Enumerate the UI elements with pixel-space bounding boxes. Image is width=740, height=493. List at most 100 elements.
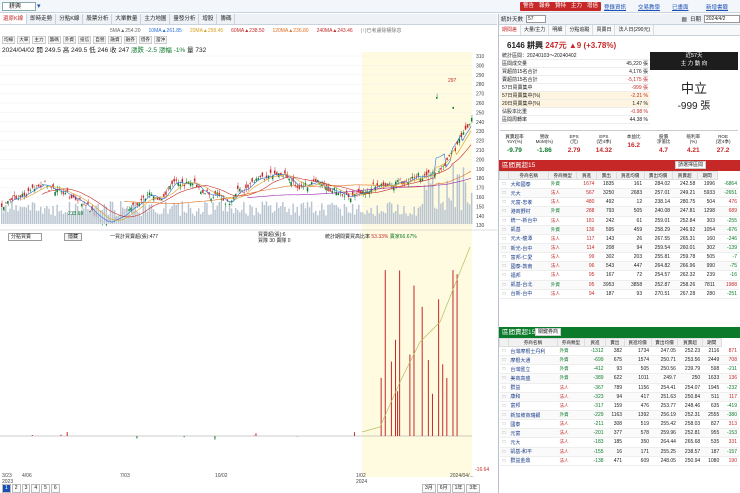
broker-row[interactable]: □ 國泰-敦南 法人 96 543 447 264.82 266.96 990 -75 <box>499 261 739 272</box>
broker-row[interactable]: □ 新加坡商瑞銀 外資 -229 1163 1392 256.19 252.31 2555 -38… <box>499 410 739 421</box>
top-button-2[interactable]: 贊特 <box>552 2 570 11</box>
days-select[interactable]: 57 <box>526 15 547 23</box>
period-2[interactable]: 1年 <box>451 484 466 493</box>
chart-tab-1[interactable]: 即時走勢 <box>27 14 57 24</box>
page-3[interactable]: 3 <box>21 484 31 493</box>
period-3[interactable]: 3年 <box>466 484 481 493</box>
broker-row[interactable]: □ 凱基-和平 法人 -155 16 171 255.25 238.57 187 -157 <box>499 447 739 457</box>
row-checkbox[interactable]: □ <box>499 410 509 421</box>
stock-search-input[interactable]: 耕興 <box>2 2 36 11</box>
broker-row[interactable]: □ 凱基-台北 外資 95 3953 3858 252.87 258.26 7811 1988 <box>499 280 739 290</box>
broker-row[interactable]: □ 元富 法人 -201 377 578 259.96 252.81 955 -153 <box>499 428 739 439</box>
row-checkbox[interactable]: □ <box>499 197 509 208</box>
broker-row[interactable]: □ 富邦 法人 -317 159 476 253.77 248.46 635 -419 <box>499 401 739 411</box>
right-tab-3[interactable]: 分點追蹤 <box>566 25 594 35</box>
toolbar-item-7[interactable]: 融資 <box>108 36 122 44</box>
row-checkbox[interactable]: □ <box>499 456 509 466</box>
row-checkbox[interactable]: □ <box>499 419 509 430</box>
sub-select[interactable]: 分點買賣 <box>8 233 42 241</box>
price-chart[interactable]: 310 300 290 280 270 260 250 240 230 220 210 200 190 1… <box>0 52 497 484</box>
broker-row[interactable]: □ 元大-龍潭 法人 117 143 26 267.55 265.31 160 -246 <box>499 234 739 244</box>
broker-row[interactable]: □ 新光-台中 法人 114 208 94 259.54 260.01 302 -139 <box>499 243 739 254</box>
broker-row[interactable]: □ 台灣摩根士丹利 外資 -1312 382 1734 247.05 252.23 2116 87… <box>499 346 739 357</box>
toolbar-item-6[interactable]: 自營 <box>93 36 107 44</box>
row-checkbox[interactable]: □ <box>499 383 509 393</box>
top-button-0[interactable]: 警告 <box>520 2 538 11</box>
row-checkbox[interactable]: □ <box>499 243 509 254</box>
top-link-3[interactable]: 新增書籤 <box>706 3 728 11</box>
top-link-0[interactable]: 登錄資訊 <box>604 3 626 11</box>
top-link-1[interactable]: 交易教學 <box>638 3 660 11</box>
hide-button[interactable]: 隱藏 <box>64 233 82 241</box>
broker-row[interactable]: □ 元大 法人 -183 185 350 264.44 265.68 535 331 <box>499 437 739 448</box>
row-checkbox[interactable]: □ <box>499 447 509 457</box>
chart-tab-0[interactable]: 還原K線 <box>0 14 28 24</box>
page-1[interactable]: 1 <box>2 484 11 493</box>
right-tab-2[interactable]: 明細 <box>549 25 567 35</box>
row-checkbox[interactable]: □ <box>499 355 509 366</box>
broker-row[interactable]: □ 凱基 外資 136 595 459 258.29 246.92 1054 -676 <box>499 225 739 235</box>
date-input[interactable]: 2024/4/2 <box>704 15 740 23</box>
broker-row[interactable]: □ 美商高盛 外資 -389 622 1011 249.7 250 1633 136 <box>499 373 739 384</box>
page-2[interactable]: 2 <box>11 484 21 493</box>
broker-row[interactable]: □ 福邦 法人 95 167 72 254.57 262.32 239 -16 <box>499 270 739 281</box>
right-tab-0[interactable]: 期間差 <box>499 25 522 35</box>
row-checkbox[interactable]: □ <box>499 179 509 190</box>
row-checkbox[interactable]: □ <box>499 364 509 375</box>
top-button-1[interactable]: 報券 <box>536 2 554 11</box>
broker-row[interactable]: □ 康和 法人 -323 94 417 251.63 250.84 511 117 <box>499 392 739 402</box>
chart-tab-2[interactable]: 分點K線 <box>56 14 84 24</box>
right-tab-4[interactable]: 買賣日 <box>593 25 616 35</box>
top-button-4[interactable]: 增倍 <box>584 2 602 11</box>
row-checkbox[interactable]: □ <box>499 188 509 199</box>
broker-row[interactable]: □ 群益 法人 -367 789 1156 254.41 254.07 1945 -232 <box>499 383 739 393</box>
toolbar-item-4[interactable]: 外資 <box>62 36 77 44</box>
row-checkbox[interactable]: □ <box>499 216 509 226</box>
search-icon[interactable]: ▾ <box>37 2 41 10</box>
row-checkbox[interactable]: □ <box>499 437 509 448</box>
chart-tab-3[interactable]: 股票分析 <box>83 14 113 24</box>
chart-tab-4[interactable]: 大單數量 <box>112 14 142 24</box>
broker-row[interactable]: □ 台新-台中 法人 94 187 93 270.51 267.28 280 -251 <box>499 289 739 299</box>
row-checkbox[interactable]: □ <box>499 225 509 235</box>
right-tab-1[interactable]: 大量/主力 <box>521 25 550 35</box>
broker-row[interactable]: □ 台灣匯立 外資 -412 93 505 250.56 239.79 598 -211 <box>499 364 739 375</box>
sell-broker-select[interactable]: 關鍵券商 <box>535 328 562 336</box>
chart-tab-8[interactable]: 籌碼 <box>217 14 236 24</box>
broker-row[interactable]: □ 國泰 法人 -211 308 519 255.42 258.03 827 313 <box>499 419 739 430</box>
toolbar-item-8[interactable]: 融券 <box>123 36 137 44</box>
top-button-3[interactable]: 主力 <box>568 2 586 11</box>
toolbar-item-2[interactable]: 主力 <box>32 36 46 44</box>
row-checkbox[interactable]: □ <box>499 261 509 272</box>
toolbar-item-5[interactable]: 投信 <box>78 36 92 44</box>
toolbar-item-3[interactable]: 籌碼 <box>47 36 61 44</box>
right-tab-5[interactable]: 法人日(290元) <box>615 25 655 35</box>
row-checkbox[interactable]: □ <box>499 373 509 384</box>
toolbar-item-1[interactable]: 大單 <box>17 36 31 44</box>
period-0[interactable]: 3月 <box>422 484 436 493</box>
broker-row[interactable]: □ 港商野村 外資 288 793 505 240.08 247.81 1298 689 <box>499 206 739 217</box>
row-checkbox[interactable]: □ <box>499 392 509 402</box>
chart-tab-7[interactable]: 增股 <box>199 14 218 24</box>
broker-row[interactable]: □ 摩根大通 外資 -699 675 1574 250.71 253.56 2449 708 <box>499 355 739 366</box>
row-checkbox[interactable]: □ <box>499 401 509 411</box>
page-5[interactable]: 5 <box>41 484 50 493</box>
toolbar-item-10[interactable]: 當沖 <box>154 36 168 44</box>
period-1[interactable]: 6月 <box>436 484 451 493</box>
row-checkbox[interactable]: □ <box>499 289 509 299</box>
toolbar-item-0[interactable]: 均線 <box>2 36 16 44</box>
page-4[interactable]: 4 <box>31 484 41 493</box>
top-link-2[interactable]: 已畫面 <box>672 3 689 11</box>
row-checkbox[interactable]: □ <box>499 280 509 290</box>
broker-row[interactable]: □ 富邦-仁愛 法人 99 302 203 255.81 259.78 505 -7 <box>499 252 739 263</box>
buy-period-select[interactable]: 請選擇區間 <box>675 161 707 169</box>
chart-tab-6[interactable]: 量發分析 <box>170 14 200 24</box>
toolbar-item-9[interactable]: 借券 <box>138 36 153 44</box>
broker-row[interactable]: □ 元富-忠孝 法人 480 492 12 238.14 280.75 504 476 <box>499 197 739 208</box>
chart-tab-5[interactable]: 主力地圖 <box>141 14 171 24</box>
calendar-icon[interactable]: ▦ <box>681 16 687 23</box>
row-checkbox[interactable]: □ <box>499 270 509 281</box>
broker-row[interactable]: □ 統一-新台中 法人 181 242 61 259.01 252.84 303 -255 <box>499 216 739 226</box>
row-checkbox[interactable]: □ <box>499 206 509 217</box>
row-checkbox[interactable]: □ <box>499 346 509 357</box>
